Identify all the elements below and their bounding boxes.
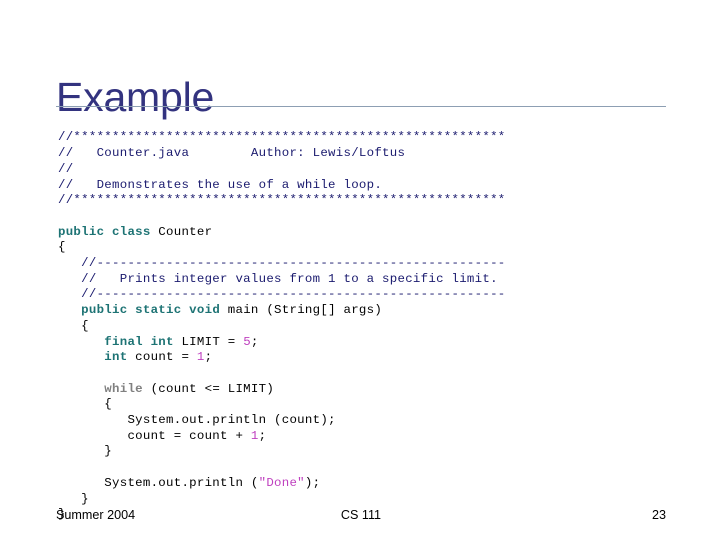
code-line: //**************************************… (58, 193, 506, 207)
code-line: // Counter.java Author: Lewis/Loftus (58, 146, 405, 160)
code-token-plain: Counter (150, 224, 213, 239)
code-token-plain: { (58, 318, 89, 333)
code-line: { (58, 319, 89, 333)
code-token-plain: } (58, 444, 113, 459)
code-token-literal: 5 (243, 334, 251, 349)
code-line: } (58, 492, 89, 506)
code-token-plain: ; (258, 428, 267, 443)
code-block: //**************************************… (58, 130, 708, 523)
code-token-plain: ; (250, 334, 259, 349)
code-token-indent (58, 303, 81, 317)
code-token-indent (58, 335, 104, 349)
code-token-comment: // Counter.java Author: Lewis/Loftus (58, 146, 406, 161)
code-line: while (count <= LIMIT) (58, 382, 274, 396)
code-line: final int LIMIT = 5; (58, 335, 259, 349)
code-token-keyword: final int (104, 334, 174, 349)
code-line: // Prints integer values from 1 to a spe… (58, 272, 498, 286)
code-token-plain: System.out.println ( (58, 475, 259, 490)
code-line: public class Counter (58, 225, 212, 239)
code-line: { (58, 240, 66, 254)
code-token-plain: { (58, 240, 66, 255)
code-token-keyword: public class (58, 224, 151, 239)
code-token-plain: { (58, 397, 113, 412)
code-line: //**************************************… (58, 130, 506, 144)
code-line: System.out.println (count); (58, 413, 336, 427)
code-token-comment: //**************************************… (58, 193, 506, 208)
code-token-comment: // Prints integer values from 1 to a spe… (58, 271, 498, 286)
code-token-plain: count = (127, 350, 197, 365)
code-token-plain: System.out.println (count); (58, 413, 336, 428)
code-token-string: "Done" (258, 475, 305, 490)
code-token-comment: //**************************************… (58, 130, 506, 145)
code-token-keyword-while: while (104, 381, 143, 396)
slide-footer: Summer 2004 CS 111 23 (56, 508, 666, 528)
footer-page-number: 23 (651, 508, 666, 522)
code-token-indent (58, 382, 104, 396)
code-line: count = count + 1; (58, 429, 266, 443)
code-line: { (58, 397, 112, 411)
code-token-literal: 1 (250, 428, 259, 443)
code-token-keyword: public static void (81, 303, 221, 318)
slide: Example //******************************… (0, 0, 720, 540)
code-token-literal: 1 (196, 350, 205, 365)
code-token-indent (58, 350, 104, 364)
code-token-comment: // Demonstrates the use of a while loop. (58, 177, 383, 192)
title-divider (56, 106, 666, 107)
code-line: public static void main (String[] args) (58, 303, 382, 317)
code-token-plain: } (58, 491, 89, 506)
code-token-plain: count = count + (58, 428, 251, 443)
code-line: } (58, 444, 112, 458)
code-line: // Demonstrates the use of a while loop. (58, 178, 382, 192)
code-line: //--------------------------------------… (58, 256, 506, 270)
code-token-comment: // (58, 161, 74, 176)
code-line: System.out.println ("Done"); (58, 476, 320, 490)
code-line: // (58, 162, 73, 176)
page-title: Example (56, 74, 215, 121)
code-token-plain: main (String[] args) (220, 303, 383, 318)
code-token-plain: ); (304, 475, 321, 490)
code-token-comment: //--------------------------------------… (58, 256, 506, 271)
code-token-plain: (count <= LIMIT) (142, 381, 275, 396)
code-token-keyword: int (104, 350, 128, 365)
code-token-comment: //--------------------------------------… (58, 287, 506, 302)
code-token-plain: LIMIT = (173, 334, 244, 349)
code-line: //--------------------------------------… (58, 287, 506, 301)
footer-course: CS 111 (340, 508, 382, 522)
code-line: int count = 1; (58, 350, 212, 364)
code-token-plain: ; (204, 350, 213, 365)
